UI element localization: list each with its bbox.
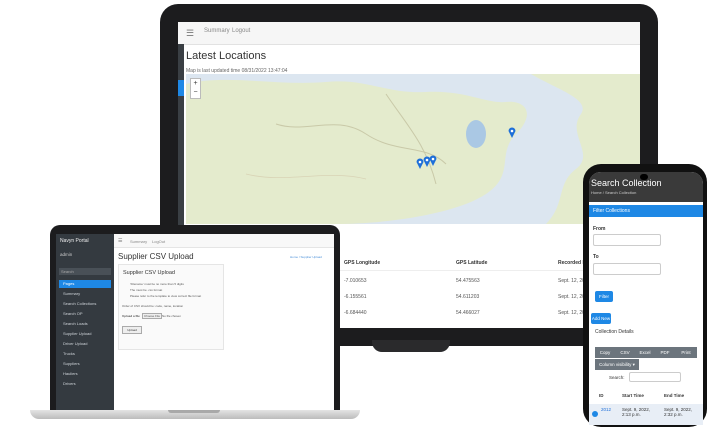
table-cell: -6.155561: [344, 294, 367, 300]
locations-map[interactable]: [186, 74, 640, 224]
phone-camera-notch: [640, 174, 648, 180]
to-date-input[interactable]: [593, 263, 661, 275]
sidebar-item-summary[interactable]: Summary: [59, 290, 111, 298]
table-cell: -6.684440: [344, 310, 367, 316]
pdf-button[interactable]: PDF: [655, 347, 675, 358]
sidebar-item-hauliers[interactable]: Hauliers: [59, 370, 111, 378]
nav-logout-link[interactable]: LogOut: [152, 239, 165, 244]
sidebar-search-input[interactable]: Search: [59, 268, 111, 275]
to-label: To: [593, 254, 599, 260]
from-date-input[interactable]: [593, 234, 661, 246]
user-name[interactable]: admin: [60, 252, 72, 257]
csv-order-note: Order of CSV should be: code, name, loca…: [122, 304, 184, 308]
map-tiles: [186, 74, 640, 224]
sidebar-item-search-op[interactable]: Search OP: [59, 310, 111, 318]
no-file-chosen-text: No file chosen: [162, 314, 182, 318]
breadcrumb[interactable]: Home / Supplier Upload: [290, 255, 322, 259]
sidebar-item-search-loads[interactable]: Search Loads: [59, 320, 111, 328]
hamburger-menu-icon[interactable]: ☰: [118, 238, 122, 244]
table-cell: 54.475563: [456, 278, 480, 284]
instruction-item: Please refer to the template to view cor…: [130, 294, 202, 298]
sidebar-item-trucks[interactable]: Trucks: [59, 350, 111, 358]
sidebar-item-drivers[interactable]: Drivers: [59, 380, 111, 388]
search-label: Search:: [609, 375, 625, 380]
col-header-end-time[interactable]: End Time: [664, 393, 684, 398]
sidebar-active-indicator: [178, 80, 184, 96]
copy-button[interactable]: Copy: [595, 347, 615, 358]
col-header-recorded[interactable]: Recorded D: [558, 260, 586, 266]
col-header-latitude[interactable]: GPS Latitude: [456, 260, 487, 266]
laptop-screen: Navyn Portal admin Search Pages Summary …: [56, 234, 334, 410]
zoom-out-button[interactable]: −: [191, 88, 200, 97]
print-button[interactable]: Print: [675, 347, 697, 358]
nav-logout-link[interactable]: Logout: [232, 28, 250, 34]
row-id-link[interactable]: 2012: [601, 407, 611, 412]
map-zoom-control[interactable]: + −: [190, 78, 201, 99]
row-end-time: Sept. 9, 2022, 2:32 p.m.: [664, 407, 693, 417]
sidebar-item-search-collections[interactable]: Search Collections: [59, 300, 111, 308]
upload-submit-button[interactable]: Upload: [122, 326, 142, 334]
expand-row-icon[interactable]: [592, 411, 598, 417]
nav-summary-link[interactable]: Summary: [130, 239, 147, 244]
map-marker-icon[interactable]: [508, 127, 516, 138]
choose-file-button[interactable]: Choose File: [142, 313, 163, 319]
table-cell: 54.466027: [456, 310, 480, 316]
add-new-button[interactable]: Add New: [591, 313, 611, 324]
from-label: From: [593, 226, 606, 232]
collection-details-title: Collection Details: [595, 329, 634, 335]
row-start-time: Sept. 9, 2022, 2:13 p.m.: [622, 407, 651, 417]
lough-neagh: [466, 120, 486, 148]
filter-collections-header[interactable]: Filter Collections: [589, 205, 703, 217]
laptop-notch: [168, 410, 220, 413]
hamburger-menu-icon[interactable]: ☰: [186, 28, 194, 39]
csv-button[interactable]: CSV: [615, 347, 635, 358]
sidebar-item-pages[interactable]: Pages: [59, 280, 111, 288]
table-cell: -7.010653: [344, 278, 367, 284]
sidebar-item-driver-upload[interactable]: Driver Upload: [59, 340, 111, 348]
col-header-longitude[interactable]: GPS Longitude: [344, 260, 380, 266]
brand-logo[interactable]: Navyn Portal: [60, 238, 89, 244]
instruction-item: 'Filename' must be no more than 5 digits: [130, 282, 184, 286]
filter-button[interactable]: Filter: [595, 291, 613, 302]
upload-label: Upload a file: [122, 314, 140, 318]
table-search-input[interactable]: [629, 372, 681, 382]
breadcrumb[interactable]: Home / Search Collection: [591, 190, 636, 195]
map-marker-icon[interactable]: [429, 155, 437, 166]
col-header-start-time[interactable]: Start Time: [622, 393, 644, 398]
column-visibility-button[interactable]: Column visibility ▾: [595, 359, 639, 370]
sidebar-item-suppliers[interactable]: Suppliers: [59, 360, 111, 368]
page-title: Supplier CSV Upload: [118, 252, 194, 261]
page-title: Search Collection: [591, 178, 662, 188]
page-title: Latest Locations: [186, 50, 267, 62]
table-cell: 54.611203: [456, 294, 480, 300]
instruction-item: The must be .csv format: [130, 288, 163, 292]
phone-screen: Search Collection Home / Search Collecti…: [589, 172, 703, 425]
col-header-id[interactable]: ID: [599, 393, 604, 398]
monitor-stand: [372, 340, 450, 352]
excel-button[interactable]: Excel: [635, 347, 655, 358]
sidebar-item-supplier-upload[interactable]: Supplier Upload: [59, 330, 111, 338]
zoom-in-button[interactable]: +: [191, 79, 200, 88]
nav-summary-link[interactable]: Summary: [204, 28, 230, 34]
card-title: Supplier CSV Upload: [123, 270, 175, 276]
